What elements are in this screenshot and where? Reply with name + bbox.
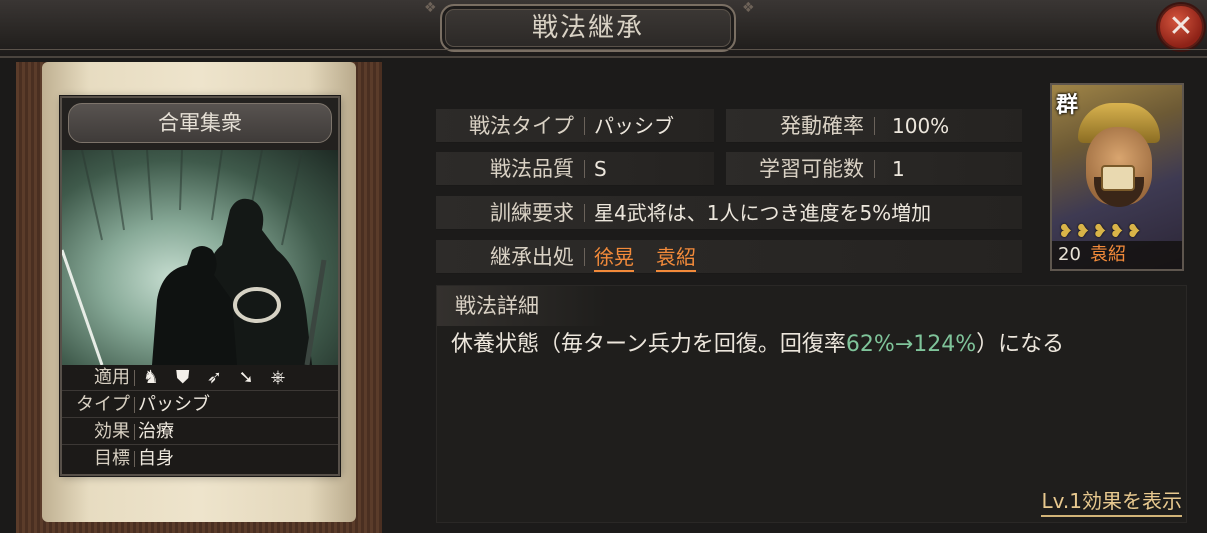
- star-icon: ❥: [1075, 221, 1093, 242]
- troop-type-icons: ♞ ⛊ ➶ ➘ ⎈: [138, 365, 291, 391]
- card-row-effect: 効果 治療: [62, 419, 338, 445]
- field-training-requirement: 訓練要求 星4武将は、1人につき進度を5%増加: [436, 196, 1022, 230]
- wheel-icon: ⎈: [270, 367, 286, 388]
- field-tactic-quality: 戦法品質 S: [436, 152, 714, 186]
- field-inheritance-source: 継承出処 徐晃 袁紹: [436, 240, 1022, 274]
- divider: [134, 451, 135, 467]
- detail-text-before: 休養状態（毎ターン兵力を回復。回復率: [451, 332, 846, 357]
- general-name: 袁紹: [1090, 244, 1126, 265]
- general-link-xu-huang[interactable]: 徐晃: [594, 245, 634, 272]
- field-label: 学習可能数: [759, 157, 864, 181]
- bow-icon: ➶: [206, 367, 223, 388]
- divider: [584, 117, 585, 135]
- card-row-label: 目標: [94, 448, 130, 469]
- general-portrait[interactable]: 群 ❥❥❥❥❥ 20 袁紹: [1050, 83, 1184, 271]
- card-row-target: 目標 自身: [62, 446, 338, 472]
- field-label: 発動確率: [780, 114, 864, 138]
- field-tactic-type: 戦法タイプ パッシブ: [436, 109, 714, 143]
- detail-highlight-value: 62%→124%: [845, 332, 977, 357]
- field-label: 継承出処: [490, 245, 574, 269]
- shield-icon: ⛊: [175, 367, 190, 388]
- detail-text-after: ）になる: [976, 332, 1065, 357]
- divider: [584, 160, 585, 178]
- field-label: 訓練要求: [490, 201, 574, 225]
- tactic-card-header: 合軍集衆: [68, 103, 332, 143]
- star-icon: ❥: [1058, 221, 1076, 242]
- star-rating: ❥❥❥❥❥: [1058, 221, 1143, 242]
- divider: [134, 397, 135, 413]
- card-row-type: タイプ パッシブ: [62, 392, 338, 418]
- show-level-effect-button[interactable]: Lv.1効果を表示: [1041, 487, 1182, 517]
- field-value: S: [594, 157, 607, 181]
- field-value: 星4武将は、1人につき進度を5%増加: [594, 201, 932, 225]
- field-value: パッシブ: [594, 114, 674, 138]
- general-level: 20: [1058, 244, 1081, 265]
- field-value: 100%: [892, 114, 950, 138]
- warrior-silhouette-icon: [62, 149, 327, 366]
- faction-badge: 群: [1056, 93, 1079, 118]
- divider: [134, 424, 135, 440]
- title-plate: 戦法継承: [440, 4, 736, 52]
- detail-title: 戦法詳細: [455, 294, 539, 318]
- general-info-bar: 20 袁紹: [1052, 241, 1182, 269]
- close-icon: ✕: [1168, 9, 1194, 44]
- lock-icon: [1101, 165, 1135, 191]
- star-icon: ❥: [1092, 221, 1110, 242]
- field-trigger-rate: 発動確率 100%: [726, 109, 1022, 143]
- card-row-label: 適用: [94, 367, 130, 388]
- field-label: 戦法品質: [490, 157, 574, 181]
- divider: [134, 370, 135, 386]
- tactic-detail-box: 戦法詳細 休養状態（毎ターン兵力を回復。回復率62%→124%）になる Lv.1…: [436, 285, 1187, 523]
- card-row-value: 治療: [138, 421, 174, 442]
- field-label: 戦法タイプ: [469, 114, 574, 138]
- title-ornament-right: ❖: [742, 0, 755, 16]
- source-generals: 徐晃 袁紹: [594, 240, 718, 274]
- card-row-label: タイプ: [76, 394, 130, 415]
- tactic-card-attributes: 適用 ♞ ⛊ ➶ ➘ ⎈ タイプ パッシブ 効果 治療 目標 自身: [62, 365, 338, 474]
- star-icon: ❥: [1109, 221, 1127, 242]
- general-link-yuan-shao[interactable]: 袁紹: [656, 245, 696, 272]
- divider: [584, 204, 585, 222]
- title-bar: ❖ 戦法継承 ❖ ✕: [0, 0, 1207, 58]
- page-title: 戦法継承: [531, 13, 644, 43]
- card-row-value: 自身: [138, 448, 174, 469]
- detail-description: 休養状態（毎ターン兵力を回復。回復率62%→124%）になる: [451, 328, 1064, 362]
- field-value: 1: [892, 157, 905, 181]
- divider: [874, 117, 875, 135]
- card-row-applicable: 適用 ♞ ⛊ ➶ ➘ ⎈: [62, 365, 338, 391]
- divider: [874, 160, 875, 178]
- spear-icon: ➘: [238, 367, 254, 388]
- tactic-name: 合軍集衆: [158, 111, 242, 135]
- cavalry-icon: ♞: [142, 367, 160, 388]
- star-icon: ❥: [1126, 221, 1144, 242]
- tactic-card: 合軍集衆 適用 ♞ ⛊ ➶ ➘ ⎈ タイプ パッシブ 効果 治療 目標 自身: [60, 96, 340, 476]
- field-learnable-count: 学習可能数 1: [726, 152, 1022, 186]
- close-button[interactable]: ✕: [1158, 4, 1204, 50]
- tactic-illustration: [62, 149, 338, 366]
- card-row-value: パッシブ: [138, 394, 210, 415]
- card-row-label: 効果: [94, 421, 130, 442]
- divider: [584, 248, 585, 266]
